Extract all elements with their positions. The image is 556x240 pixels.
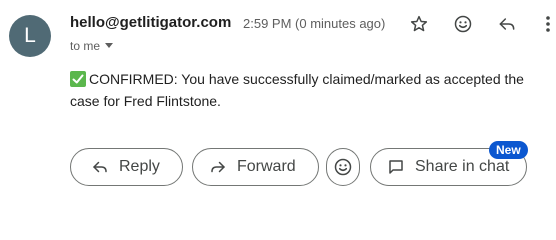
reply-icon <box>499 18 515 30</box>
sender-avatar[interactable]: L <box>9 15 51 57</box>
message-body-text: CONFIRMED: You have successfully claimed… <box>70 71 524 109</box>
reply-button[interactable]: Reply <box>70 148 183 186</box>
share-in-chat-label: Share in chat <box>415 158 510 175</box>
recipient-details-toggle[interactable]: to me <box>70 39 114 53</box>
reply-button-label: Reply <box>119 158 160 175</box>
emoji-icon <box>454 15 472 33</box>
sender-email[interactable]: hello@getlitigator.com <box>70 14 235 31</box>
more-vert-icon <box>546 16 550 32</box>
forward-button[interactable]: Forward <box>192 148 319 186</box>
chevron-down-icon <box>105 43 114 48</box>
new-badge: New <box>489 141 528 159</box>
check-mark-icon <box>70 71 86 87</box>
emoji-reaction-button[interactable] <box>326 148 360 186</box>
chat-icon <box>389 160 403 174</box>
star-button[interactable] <box>407 12 431 36</box>
add-reaction-button[interactable] <box>451 12 475 36</box>
more-options-button[interactable] <box>540 12 556 36</box>
forward-button-label: Forward <box>237 158 296 175</box>
star-icon <box>410 15 428 32</box>
reply-icon <box>93 161 107 173</box>
forward-icon <box>211 161 225 173</box>
emoji-icon <box>334 158 352 176</box>
recipient-label: to me <box>70 39 101 53</box>
reply-icon-button[interactable] <box>495 12 519 36</box>
message-timestamp: 2:59 PM (0 minutes ago) <box>243 16 386 31</box>
message-body: CONFIRMED: You have successfully claimed… <box>70 68 540 112</box>
